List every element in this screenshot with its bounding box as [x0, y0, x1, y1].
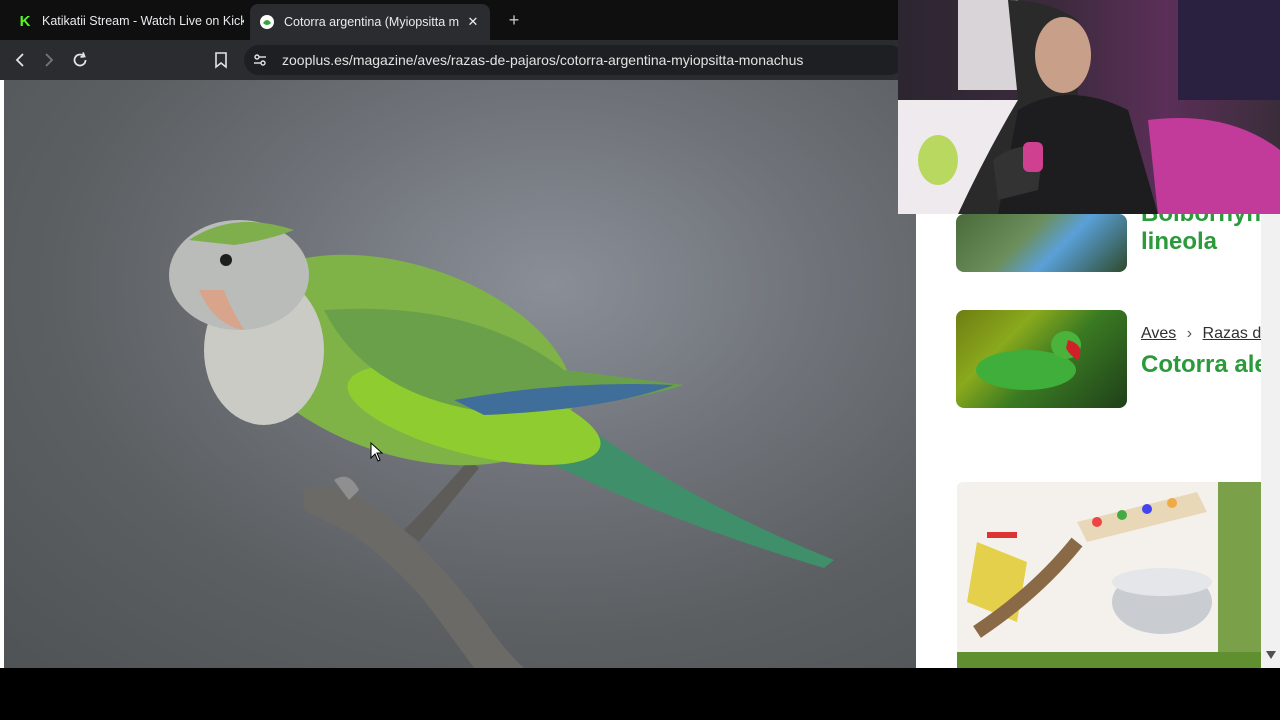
- bookmark-icon[interactable]: [211, 50, 231, 70]
- tab-kick[interactable]: K Katikatii Stream - Watch Live on Kick: [8, 6, 244, 36]
- title-line: lineola: [1141, 228, 1218, 255]
- green-parrot-photo[interactable]: [956, 310, 1127, 408]
- tab-zooplus[interactable]: Cotorra argentina (Myiopsitta m ✕: [250, 4, 490, 40]
- streamer-webcam-overlay: [898, 0, 1280, 214]
- breadcrumb: Aves › Razas de: [1141, 325, 1270, 343]
- bird-toys-ladder-photo[interactable]: [957, 482, 1261, 668]
- back-icon[interactable]: [10, 50, 30, 70]
- mouse-cursor-icon: [370, 441, 384, 467]
- reload-icon[interactable]: [70, 50, 90, 70]
- kick-logo-icon: K: [18, 12, 32, 30]
- forward-icon[interactable]: [39, 50, 59, 70]
- breadcrumb-razas-link[interactable]: Razas de: [1203, 325, 1271, 342]
- tab-title: Cotorra argentina (Myiopsitta m: [284, 15, 460, 29]
- tab-title: Katikatii Stream - Watch Live on Kick: [42, 14, 244, 28]
- parrot-hero-image: [4, 80, 916, 668]
- site-settings-icon[interactable]: [252, 52, 268, 73]
- zooplus-logo-icon: [260, 15, 274, 29]
- breadcrumb-aves-link[interactable]: Aves: [1141, 325, 1176, 342]
- article-title-cotorra-alejandrina[interactable]: Cotorra ale: [1141, 351, 1268, 379]
- close-icon[interactable]: ✕: [464, 14, 482, 30]
- chevron-right-icon: ›: [1186, 325, 1193, 342]
- scroll-down-arrow-icon[interactable]: [1266, 646, 1276, 664]
- url-text: zooplus.es/magazine/aves/razas-de-pajaro…: [282, 52, 804, 68]
- plus-icon[interactable]: +: [504, 9, 524, 31]
- bottom-letterbox: [0, 668, 1280, 720]
- scrollbar[interactable]: [1261, 214, 1280, 668]
- blue-parakeet-photo[interactable]: [956, 214, 1127, 272]
